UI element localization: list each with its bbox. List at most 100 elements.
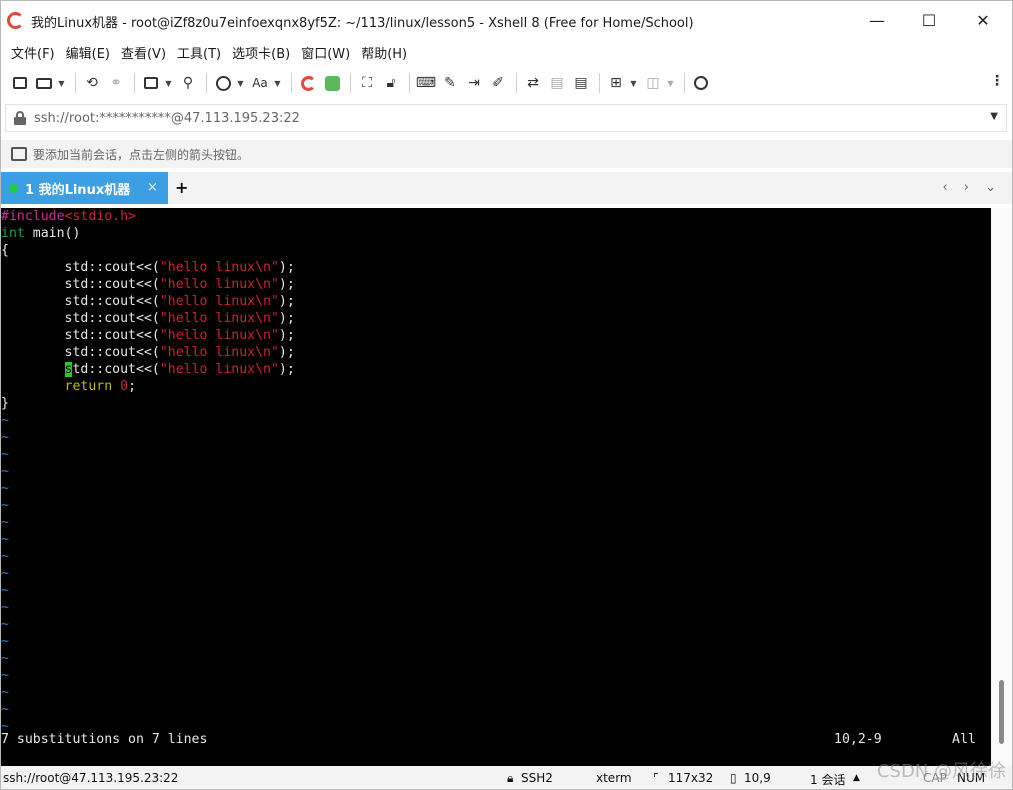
empty-line-marker: ~	[1, 617, 9, 632]
menu-window[interactable]: 窗口(W)	[301, 43, 350, 62]
semicolon-token: ;	[128, 379, 137, 394]
tab-close-icon[interactable]: ×	[147, 180, 158, 195]
terminal-scrollbar[interactable]	[991, 208, 1012, 766]
close-button[interactable]: ✕	[960, 4, 1006, 36]
add-pane-icon[interactable]: ⊞	[605, 72, 627, 94]
font-dropdown-icon[interactable]: ▼	[273, 79, 282, 88]
window-title: 我的Linux机器 - root@iZf8z0u7einfoexqnx8yf5Z…	[31, 16, 694, 31]
title-bar: 我的Linux机器 - root@iZf8z0u7einfoexqnx8yf5Z…	[1, 1, 1012, 39]
menu-tab[interactable]: 选项卡(B)	[232, 43, 290, 62]
add-session-icon[interactable]	[11, 147, 27, 161]
address-dropdown-icon[interactable]: ▼	[990, 111, 998, 122]
session-hint-text: 要添加当前会话，点击左侧的箭头按钮。	[33, 147, 250, 162]
empty-line-marker: ~	[1, 447, 9, 462]
toolbar-divider	[350, 73, 351, 93]
code-line-cout: std::cout<<("hello linux\n");	[1, 293, 295, 310]
menu-view[interactable]: 查看(V)	[121, 43, 166, 62]
cout-token: td::cout<<(	[72, 362, 160, 377]
cout-token: std::cout<<(	[64, 328, 160, 343]
chat-icon[interactable]	[690, 72, 712, 94]
open-dropdown-icon[interactable]: ▼	[57, 79, 66, 88]
send-icon[interactable]: ⇥	[463, 72, 485, 94]
toolbar-divider	[599, 73, 600, 93]
search-icon[interactable]: ⚲	[177, 72, 199, 94]
tab-label: 1 我的Linux机器	[25, 182, 131, 198]
xftp-icon[interactable]	[321, 72, 343, 94]
new-window-icon[interactable]	[140, 72, 162, 94]
cout-end-token: );	[278, 277, 295, 292]
toolbar-divider	[291, 73, 292, 93]
code-line-cout: std::cout<<("hello linux\n");	[1, 276, 295, 293]
status-connection: ssh://root@47.113.195.23:22	[3, 771, 179, 785]
cout-end-token: );	[278, 328, 295, 343]
menu-tools[interactable]: 工具(T)	[177, 43, 221, 62]
terminal-screen[interactable]: #include<stdio.h> int main() { std::cout…	[1, 208, 991, 766]
menu-help[interactable]: 帮助(H)	[361, 43, 407, 62]
layout-icon[interactable]: ◫	[642, 72, 664, 94]
csdn-watermark: CSDN @风徐徐	[876, 761, 1006, 782]
vim-scroll-position: All	[952, 732, 976, 747]
script-icon[interactable]: ✐	[487, 72, 509, 94]
empty-line-marker: ~	[1, 413, 9, 428]
address-input[interactable]: ssh://root:***********@47.113.195.23:22	[34, 111, 300, 126]
xshell-swirl-icon[interactable]	[297, 72, 319, 94]
layout-dropdown-icon[interactable]: ▼	[666, 79, 675, 88]
toolbar-divider	[684, 73, 685, 93]
scrollbar-thumb[interactable]	[999, 680, 1004, 744]
cout-token: std::cout<<(	[64, 311, 160, 326]
include-file-token: <stdio.h>	[64, 209, 136, 224]
maximize-button[interactable]: ☐	[906, 4, 952, 36]
toolbar-divider	[516, 73, 517, 93]
tab-my-linux[interactable]: 1 我的Linux机器 ×	[1, 172, 168, 204]
new-window-dropdown-icon[interactable]: ▼	[164, 79, 173, 88]
more-options-icon[interactable]: ⋮	[990, 73, 1004, 89]
empty-line-marker: ~	[1, 634, 9, 649]
empty-line-marker: ~	[1, 685, 9, 700]
keyboard-icon[interactable]: ⌨	[415, 72, 437, 94]
empty-line-marker: ~	[1, 600, 9, 615]
tab-navigation[interactable]: ‹ › ⌄	[942, 180, 1002, 195]
note-icon[interactable]: ▤	[570, 72, 592, 94]
open-session-icon[interactable]	[33, 72, 55, 94]
font-icon[interactable]: Aa	[249, 72, 271, 94]
address-bar[interactable]: ssh://root:***********@47.113.195.23:22 …	[5, 104, 1007, 132]
globe-icon[interactable]	[212, 72, 234, 94]
cout-end-token: );	[278, 362, 295, 377]
cout-end-token: );	[278, 260, 295, 275]
disconnect-icon[interactable]: ⟲	[81, 72, 103, 94]
status-sessions[interactable]: 1 会话	[810, 771, 845, 788]
cout-token: std::cout<<(	[64, 294, 160, 309]
status-terminal-type: xterm	[596, 771, 632, 785]
transfer-icon[interactable]: ⇄	[522, 72, 544, 94]
vim-cursor-position: 10,2-9	[834, 732, 882, 747]
fullscreen-icon[interactable]: ⛶	[356, 72, 378, 94]
log-icon[interactable]: ▤	[546, 72, 568, 94]
empty-line-marker: ~	[1, 430, 9, 445]
empty-line-marker: ~	[1, 464, 9, 479]
empty-line-marker: ~	[1, 651, 9, 666]
menu-edit[interactable]: 编辑(E)	[66, 43, 110, 62]
string-token: "hello linux\n"	[159, 345, 279, 360]
globe-dropdown-icon[interactable]: ▼	[236, 79, 245, 88]
compose-icon[interactable]: ✎	[439, 72, 461, 94]
reconnect-icon[interactable]: ⚭	[105, 72, 127, 94]
status-bar: ssh://root@47.113.195.23:22 🔒︎ SSH2 xter…	[1, 766, 1012, 789]
status-cursor: 10,9	[744, 771, 771, 785]
menu-file[interactable]: 文件(F)	[11, 43, 55, 62]
empty-line-marker: ~	[1, 515, 9, 530]
cout-end-token: );	[278, 345, 295, 360]
add-pane-dropdown-icon[interactable]: ▼	[629, 79, 638, 88]
empty-line-marker: ~	[1, 702, 9, 717]
minimize-button[interactable]: —	[854, 4, 900, 36]
new-tab-button[interactable]: +	[175, 178, 188, 197]
sessions-dropdown-icon[interactable]: ▲	[853, 773, 860, 783]
new-session-icon[interactable]	[9, 72, 31, 94]
lock-icon[interactable]: 🔓︎	[380, 72, 402, 94]
number-token: 0	[120, 379, 129, 394]
